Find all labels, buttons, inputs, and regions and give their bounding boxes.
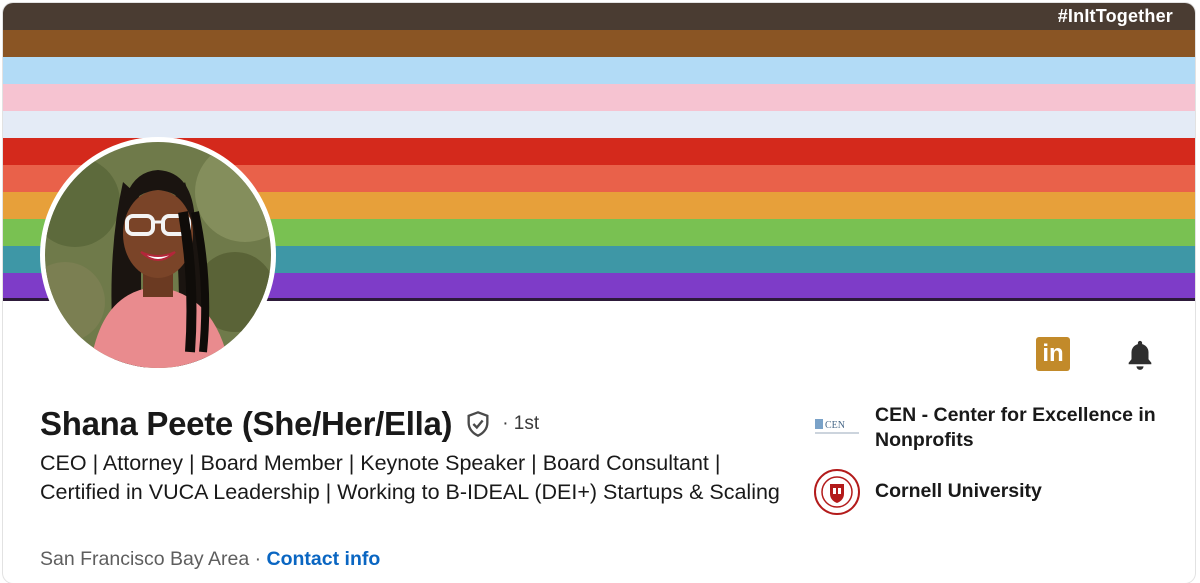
linkedin-icon[interactable]: in: [1036, 337, 1070, 371]
banner-stripe: [3, 111, 1195, 138]
location-row: San Francisco Bay Area · Contact info: [40, 548, 380, 571]
cen-logo-text: CEN: [825, 420, 845, 431]
profile-headline: CEO | Attorney | Board Member | Keynote …: [40, 451, 780, 504]
org-name-cen: CEN - Center for Excellence in Nonprofit…: [875, 404, 1156, 451]
banner-stripe: [3, 57, 1195, 84]
org-cornell[interactable]: Cornell University: [813, 468, 1175, 516]
banner-stripe: [3, 3, 1195, 30]
linkedin-icon-text: in: [1042, 340, 1064, 367]
location-separator: ·: [254, 548, 262, 570]
org-cen[interactable]: CEN CEN - Center for Excellence in Nonpr…: [813, 403, 1175, 453]
verified-shield-icon[interactable]: [464, 409, 492, 439]
bell-icon[interactable]: [1122, 337, 1158, 373]
bell-icon-glyph: [1128, 340, 1152, 370]
banner-stripe: [3, 84, 1195, 111]
cornell-seal-icon: [814, 469, 860, 515]
profile-name: Shana Peete (She/Her/Ella): [40, 405, 453, 442]
connection-degree: · 1st: [502, 413, 540, 434]
cen-logo-icon: CEN: [815, 419, 859, 434]
name-row: Shana Peete (She/Her/Ella) · 1st: [40, 405, 539, 443]
banner-stripe: [3, 30, 1195, 57]
avatar[interactable]: [40, 137, 276, 373]
contact-info-link[interactable]: Contact info: [267, 548, 381, 570]
org-name-cornell: Cornell University: [875, 480, 1042, 502]
avatar-photo: [45, 142, 271, 368]
profile-card: #InItTogether in Shana Peete (She/Her/El…: [3, 3, 1195, 583]
banner-hashtag: #InItTogether: [1057, 6, 1173, 26]
profile-location: San Francisco Bay Area: [40, 548, 250, 570]
